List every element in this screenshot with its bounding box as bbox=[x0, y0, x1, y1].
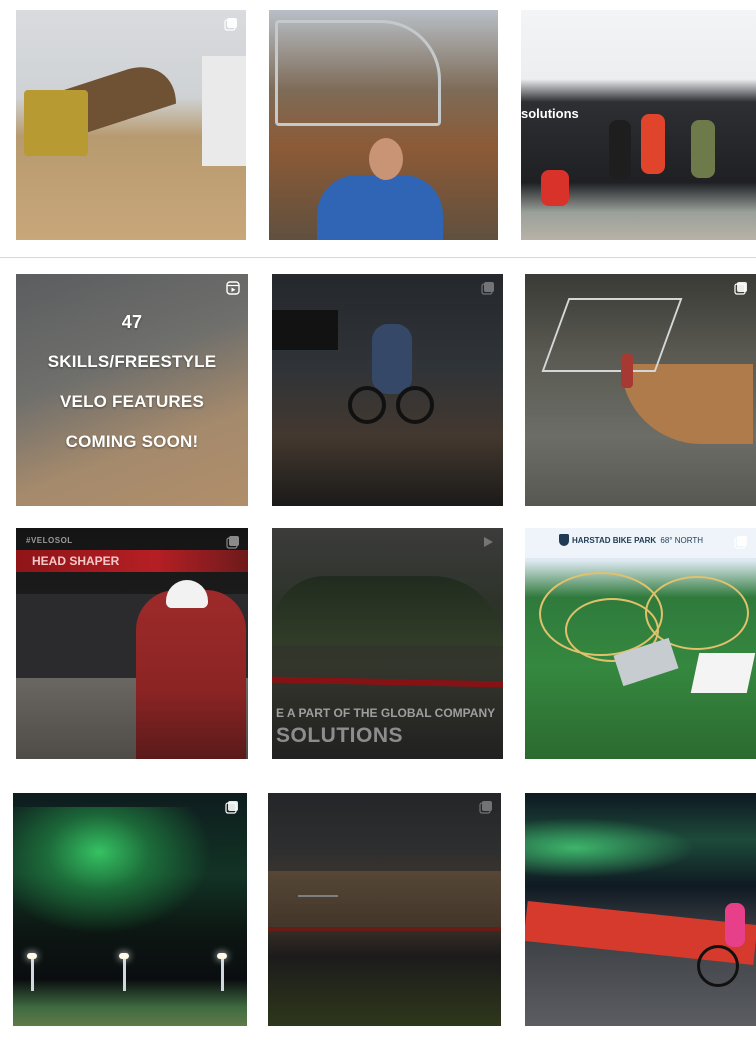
carousel-icon bbox=[734, 536, 747, 549]
tile-dim-overlay bbox=[272, 528, 503, 759]
park-name: HARSTAD BIKE PARK bbox=[572, 536, 657, 545]
post-tile-global-company[interactable]: E A PART OF THE GLOBAL COMPANY SOLUTIONS bbox=[272, 528, 503, 759]
steel-frame-shape bbox=[275, 20, 441, 126]
row-divider bbox=[0, 257, 756, 258]
steel-jig-frame bbox=[541, 298, 683, 372]
carousel-icon bbox=[479, 801, 492, 814]
reel-icon bbox=[226, 281, 240, 295]
carousel-icon bbox=[225, 801, 238, 814]
post-tile-team-van[interactable]: solutions bbox=[521, 10, 756, 240]
van-logo-text: solutions bbox=[521, 106, 579, 121]
trailer-shape bbox=[202, 56, 246, 166]
profile-post-grid: solutions 47 SKILLS/FREESTYLE VELO FEATU… bbox=[0, 0, 756, 1061]
tile-dim-overlay bbox=[268, 793, 501, 1026]
post-tile-wall-ride[interactable] bbox=[268, 793, 501, 1026]
carousel-icon bbox=[224, 18, 237, 31]
features-line-1: SKILLS/FREESTYLE bbox=[47, 352, 217, 371]
post-tile-person-thumbs-up[interactable] bbox=[269, 10, 498, 240]
northern-lights bbox=[525, 813, 715, 883]
carousel-icon bbox=[734, 282, 747, 295]
features-count: 47 bbox=[121, 312, 143, 332]
person-blue-jacket bbox=[317, 175, 443, 240]
coming-soon-text-block: 47 SKILLS/FREESTYLE VELO FEATURES COMING… bbox=[16, 302, 248, 462]
floodlight-lamp bbox=[119, 953, 129, 959]
tile-dim-overlay bbox=[272, 274, 503, 506]
team-member-red bbox=[641, 114, 665, 174]
carousel-icon bbox=[226, 536, 239, 549]
team-member-camo bbox=[691, 120, 715, 178]
post-headline: HEAD SHAPER bbox=[32, 554, 120, 568]
park-title: HARSTAD BIKE PARK 68° NORTH bbox=[572, 536, 703, 545]
hall-roof bbox=[690, 653, 756, 693]
post-tile-bike-park-map[interactable]: HARSTAD BIKE PARK 68° NORTH bbox=[525, 528, 756, 759]
post-hashtag: #VELOSOL bbox=[26, 536, 73, 545]
tractor-shape bbox=[24, 90, 88, 156]
floodlight-lamp bbox=[27, 953, 37, 959]
curved-wooden-wall bbox=[621, 364, 753, 444]
post-tile-workshop-ramp[interactable] bbox=[525, 274, 756, 506]
rider-pink-jacket bbox=[725, 903, 745, 947]
post-tile-night-rider[interactable] bbox=[525, 793, 756, 1026]
park-shield-icon bbox=[559, 534, 569, 546]
shaper-figure bbox=[136, 590, 246, 759]
park-latitude: 68° NORTH bbox=[660, 536, 704, 545]
post-tile-aurora-pumptrack[interactable] bbox=[13, 793, 247, 1026]
northern-lights bbox=[13, 807, 243, 957]
post-tile-head-shaper[interactable]: #VELOSOL HEAD SHAPER bbox=[16, 528, 248, 759]
post-tile-kid-balance-bike[interactable] bbox=[272, 274, 503, 506]
floodlight-pole bbox=[31, 957, 34, 991]
carousel-icon bbox=[481, 282, 494, 295]
post-tile-ramp-construction[interactable] bbox=[16, 10, 246, 240]
floodlight-lamp bbox=[217, 953, 227, 959]
person-head bbox=[369, 138, 403, 180]
reel-icon bbox=[484, 537, 493, 547]
team-member-crouch bbox=[541, 170, 569, 206]
features-line-2: VELO FEATURES bbox=[60, 392, 204, 411]
team-member-dark bbox=[609, 120, 631, 180]
post-tile-coming-soon[interactable]: 47 SKILLS/FREESTYLE VELO FEATURES COMING… bbox=[16, 274, 248, 506]
trail-loop-3 bbox=[645, 576, 749, 650]
features-line-3: COMING SOON! bbox=[65, 432, 199, 451]
floodlight-pole bbox=[221, 957, 224, 991]
floodlight-pole bbox=[123, 957, 126, 991]
worker-figure bbox=[621, 354, 633, 388]
bike-wheel bbox=[697, 945, 739, 987]
